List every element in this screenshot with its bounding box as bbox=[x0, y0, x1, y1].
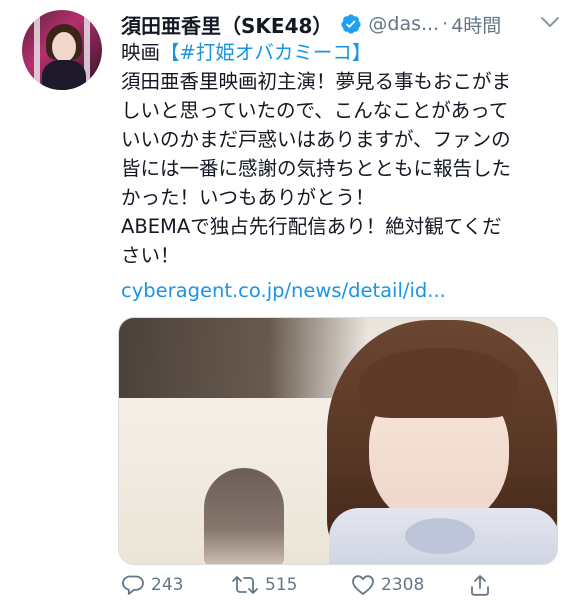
hashtag-link[interactable]: 【#打姫オバカミーコ】 bbox=[160, 41, 371, 64]
tweet-text-line: しいと思っていたので、こんなことがあって bbox=[121, 99, 509, 122]
separator-dot: · bbox=[442, 13, 449, 35]
like-count: 2308 bbox=[381, 575, 425, 595]
photo-bangs bbox=[359, 348, 519, 418]
tweet-text-line: かった！いつもありがとう！ bbox=[121, 186, 375, 209]
verified-badge-icon bbox=[340, 13, 362, 35]
reply-count: 243 bbox=[151, 575, 184, 595]
heart-icon bbox=[351, 574, 375, 596]
tweet-text-line: 皆には一番に感謝の気持ちとともに報告した bbox=[121, 157, 512, 180]
chevron-down-icon[interactable] bbox=[538, 12, 562, 32]
avatar-face bbox=[52, 32, 76, 62]
tweet-text: 映画【#打姫オバカミーコ】 須田亜香里映画初主演！夢見る事もおこがま しいと思っ… bbox=[121, 38, 565, 270]
external-link[interactable]: cyberagent.co.jp/news/detail/id... bbox=[121, 276, 446, 305]
photo-background-person bbox=[204, 468, 284, 564]
reply-button[interactable]: 243 bbox=[121, 570, 183, 600]
avatar[interactable] bbox=[22, 10, 102, 90]
text-prefix: 映画 bbox=[121, 41, 161, 64]
avatar-body bbox=[42, 60, 86, 90]
tweet-text-line: 映画【#打姫オバカミーコ】 bbox=[121, 38, 565, 67]
tweet-text-line: いいのかまだ戸惑いはありますが、ファンの bbox=[121, 128, 511, 151]
photo-bow bbox=[405, 518, 475, 554]
tweet[interactable]: 須田亜香里（SKE48） @das... · 4時間 映画【#打姫オバカミーコ】… bbox=[0, 0, 581, 600]
tweet-text-line: 須田亜香里映画初主演！夢見る事もおこがま bbox=[121, 70, 512, 93]
photo-background-shadow bbox=[119, 318, 369, 398]
author-name[interactable]: 須田亜香里（SKE48） bbox=[121, 10, 332, 39]
author-handle[interactable]: @das... bbox=[368, 13, 439, 35]
tweet-header: 須田亜香里（SKE48） @das... · 4時間 bbox=[121, 8, 501, 40]
avatar-stripe bbox=[34, 10, 40, 90]
share-button[interactable] bbox=[469, 570, 491, 600]
media-photo[interactable] bbox=[118, 317, 558, 565]
retweet-icon bbox=[231, 574, 259, 596]
timestamp[interactable]: 4時間 bbox=[451, 11, 501, 38]
action-bar: 243 515 2308 bbox=[121, 570, 561, 600]
reply-icon bbox=[121, 574, 145, 596]
tweet-text-line: さい！ bbox=[121, 244, 180, 267]
tweet-text-line: ABEMAで独占先行配信あり！絶対観てくだ bbox=[121, 215, 502, 238]
retweet-count: 515 bbox=[265, 575, 298, 595]
like-button[interactable]: 2308 bbox=[351, 570, 424, 600]
retweet-button[interactable]: 515 bbox=[231, 570, 297, 600]
share-icon bbox=[469, 573, 491, 597]
